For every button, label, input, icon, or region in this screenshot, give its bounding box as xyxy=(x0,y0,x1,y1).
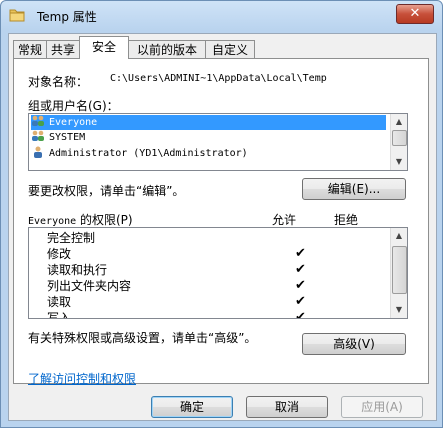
list-item-everyone[interactable]: Everyone xyxy=(31,115,386,130)
user-icon xyxy=(34,146,42,158)
scroll-down-icon[interactable]: ▼ xyxy=(391,154,407,170)
users-icon xyxy=(32,130,44,141)
ok-button[interactable]: 确定 xyxy=(151,396,233,418)
apply-button[interactable]: 应用(A) xyxy=(341,396,423,418)
edit-hint: 要更改权限，请单击“编辑”。 xyxy=(28,184,185,198)
list-item-administrator[interactable]: Administrator (YD1\Administrator) xyxy=(31,146,386,161)
learn-more-link[interactable]: 了解访问控制和权限 xyxy=(28,370,136,387)
allow-check-icon: ✔ xyxy=(295,294,306,309)
scroll-up-icon[interactable]: ▲ xyxy=(391,228,407,244)
allow-check-icon: ✔ xyxy=(295,278,306,293)
tab-security[interactable]: 安全 xyxy=(79,36,129,59)
security-panel: 对象名称： C:\Users\ADMINI~1\AppData\Local\Te… xyxy=(13,58,429,387)
tab-general[interactable]: 常规 xyxy=(13,40,47,58)
list-item-system[interactable]: SYSTEM xyxy=(31,130,386,145)
advanced-button[interactable]: 高级(V) xyxy=(302,333,406,355)
list-item-label: SYSTEM xyxy=(49,132,86,143)
object-path: C:\Users\ADMINI~1\AppData\Local\Temp xyxy=(110,73,327,84)
folder-icon xyxy=(9,9,25,22)
scroll-up-icon[interactable]: ▲ xyxy=(391,114,407,130)
scroll-thumb[interactable] xyxy=(392,246,407,294)
advanced-hint: 有关特殊权限或高级设置，请单击“高级”。 xyxy=(28,331,257,345)
allow-check-icon: ✔ xyxy=(295,246,306,261)
deny-column-header: 拒绝 xyxy=(334,213,359,227)
list-item-label: Everyone xyxy=(49,117,98,128)
groups-listbox[interactable]: Everyone SYSTEM Administrator (YD1\Admin… xyxy=(28,113,408,171)
allow-column-header: 允许 xyxy=(272,213,297,227)
allow-check-icon: ✔ xyxy=(295,262,306,277)
tab-customize[interactable]: 自定义 xyxy=(205,40,255,58)
permission-name: 列出文件夹内容 xyxy=(47,279,132,293)
permission-name: 写入 xyxy=(47,311,72,319)
list-item-label: Administrator (YD1\Administrator) xyxy=(49,148,248,159)
properties-window: Temp 属性 ✕ 常规 共享 安全 以前的版本 自定义 对象名称： C:\Us… xyxy=(0,0,443,428)
permissions-scrollbar[interactable]: ▲ ▼ xyxy=(390,228,407,318)
dialog-body: 常规 共享 安全 以前的版本 自定义 对象名称： C:\Users\ADMINI… xyxy=(8,33,437,421)
users-icon xyxy=(32,115,44,126)
scroll-thumb[interactable] xyxy=(392,130,407,146)
permissions-user: Everyone xyxy=(28,216,77,227)
tab-previous-versions[interactable]: 以前的版本 xyxy=(128,40,206,58)
permission-name: 修改 xyxy=(47,247,72,261)
permission-name: 完全控制 xyxy=(47,231,96,245)
groups-scrollbar[interactable]: ▲ ▼ xyxy=(390,114,407,170)
allow-check-icon: ✔ xyxy=(295,310,306,319)
tab-sharing[interactable]: 共享 xyxy=(46,40,80,58)
close-button[interactable]: ✕ xyxy=(396,4,434,24)
title-bar[interactable]: Temp 属性 ✕ xyxy=(1,1,442,31)
groups-label: 组或用户名(G)： xyxy=(28,99,119,113)
permission-name: 读取 xyxy=(47,295,72,309)
object-name-label: 对象名称： xyxy=(28,75,89,89)
cancel-button[interactable]: 取消 xyxy=(246,396,328,418)
edit-button[interactable]: 编辑(E)... xyxy=(302,178,406,200)
permission-name: 读取和执行 xyxy=(47,263,108,277)
permissions-list: 完全控制 修改 ✔ 读取和执行 ✔ 列出文件夹内容 ✔ 读取 ✔ 写入 ✔ ▲ … xyxy=(28,227,408,319)
permissions-suffix: 的权限(P) xyxy=(76,213,133,227)
permissions-header: Everyone 的权限(P) xyxy=(28,211,133,228)
window-title: Temp 属性 xyxy=(37,10,97,24)
scroll-down-icon[interactable]: ▼ xyxy=(391,302,407,318)
